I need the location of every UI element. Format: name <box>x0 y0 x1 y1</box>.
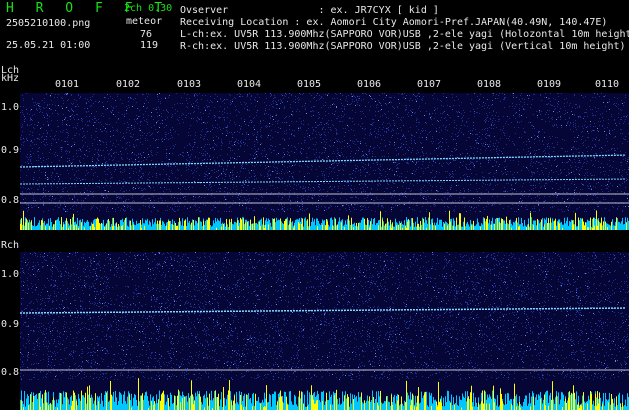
time-tick: 0107 <box>417 79 442 90</box>
time-tick: 0104 <box>237 79 262 90</box>
activity-bars <box>20 210 629 230</box>
datetime-label: 25.05.21 01:00 <box>6 40 91 51</box>
lch-spectrogram <box>20 93 629 230</box>
rch-ylabel-0-9: 0.9 <box>1 319 20 330</box>
activity-bars <box>20 378 629 410</box>
time-tick: 0106 <box>357 79 382 90</box>
time-tick: 0101 <box>55 79 80 90</box>
lch-ylabel-1-0: 1.0 <box>1 102 20 113</box>
rch-spectrogram-canvas <box>20 252 629 410</box>
location-line: Receiving Location : ex. Aomori City Aom… <box>180 17 608 28</box>
rch-label: Rch <box>1 240 20 251</box>
r-count: 119 <box>140 40 159 51</box>
time-tick: 0105 <box>297 79 322 90</box>
rch-ylabel-0-8: 0.8 <box>1 367 20 378</box>
rch-spectrogram <box>20 252 629 410</box>
filename-label: 2505210100.png <box>6 18 91 29</box>
l-count: 76 <box>140 29 153 40</box>
mode-label: meteor <box>126 16 163 27</box>
carrier-trace <box>20 154 627 168</box>
lch-ylabel-0-8: 0.8 <box>1 195 20 206</box>
khz-unit-label: kHz <box>1 73 20 84</box>
time-tick: 0103 <box>177 79 202 90</box>
l-channel-line: L-ch:ex. UV5R 113.900Mhz(SAPPORO VOR)USB… <box>180 29 629 40</box>
lch-ylabel-0-9: 0.9 <box>1 145 20 156</box>
time-tick: 0102 <box>116 79 141 90</box>
version-label: 2ch 0.30 <box>124 3 173 14</box>
time-tick: 0110 <box>595 79 620 90</box>
r-channel-line: R-ch:ex. UV5R 113.900Mhz(SAPPORO VOR)USB… <box>180 41 626 52</box>
time-tick: 0109 <box>537 79 562 90</box>
lch-spectrogram-canvas <box>20 93 629 230</box>
noise-field <box>20 252 629 380</box>
observer-line: Ovserver : ex. JR7CYX [ kid ] <box>180 5 439 16</box>
time-tick: 0108 <box>477 79 502 90</box>
rch-ylabel-1-0: 1.0 <box>1 269 20 280</box>
